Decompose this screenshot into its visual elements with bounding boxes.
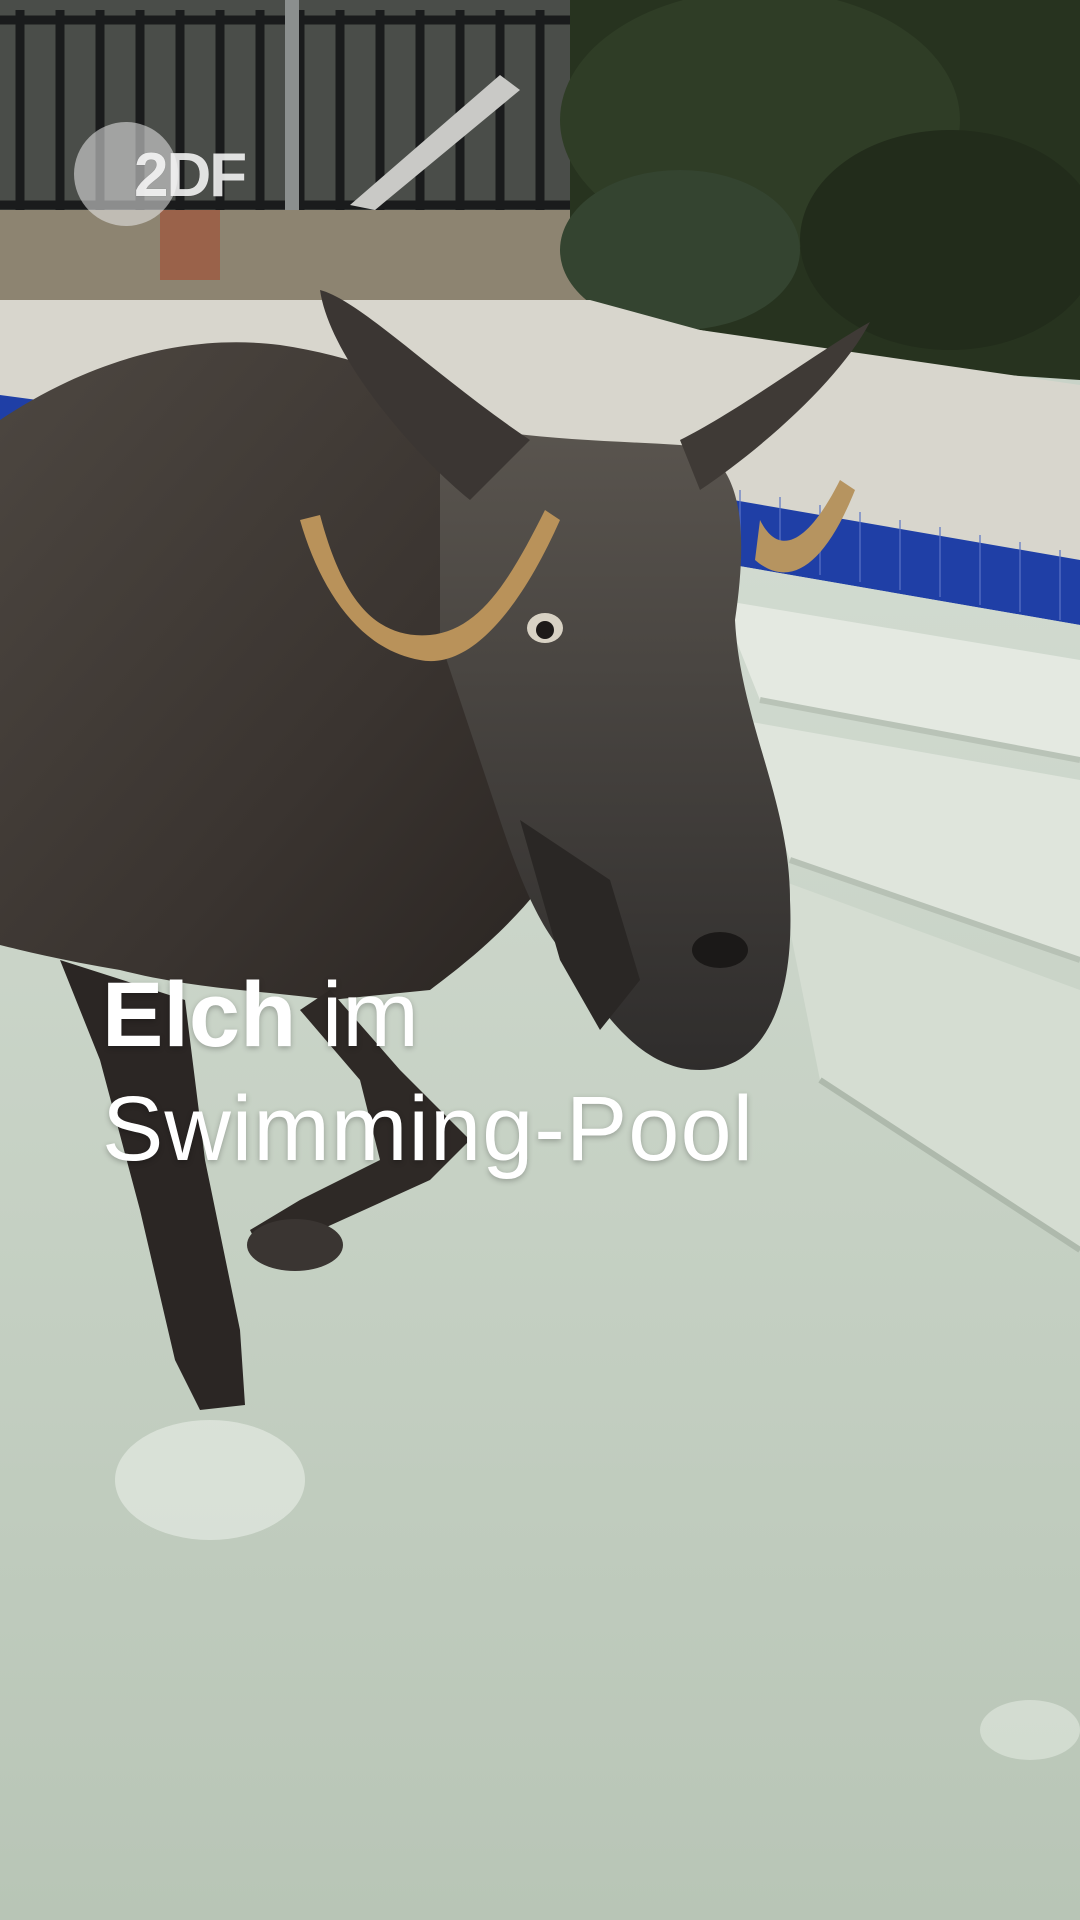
caption-bold-word: Elch — [102, 964, 297, 1066]
video-caption: Elch im Swimming-Pool — [102, 960, 1002, 1188]
caption-line-1-rest: im — [296, 964, 419, 1066]
caption-line-1: Elch im — [102, 960, 1002, 1070]
zdf-logo: 2DF — [74, 122, 264, 232]
zdf-logo-text: 2DF — [134, 141, 247, 210]
caption-line-2: Swimming-Pool — [102, 1078, 755, 1180]
